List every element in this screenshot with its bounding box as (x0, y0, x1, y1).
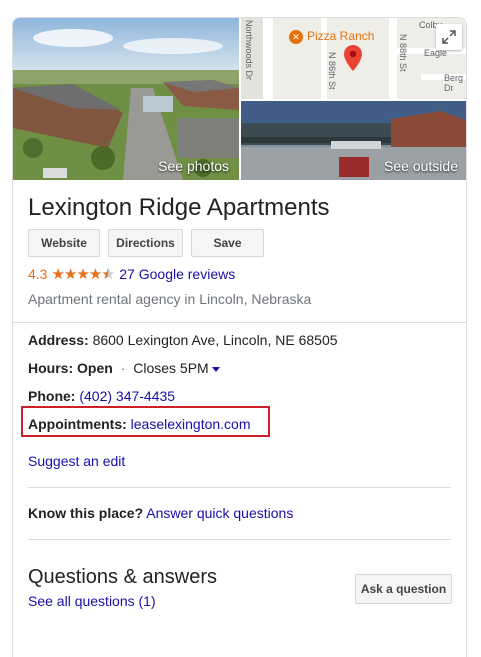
address-value: 8600 Lexington Ave, Lincoln, NE 68505 (92, 332, 338, 348)
website-button[interactable]: Website (28, 229, 100, 257)
phone-label: Phone: (28, 388, 76, 404)
directions-button[interactable]: Directions (108, 229, 183, 257)
know-place-label: Know this place? (28, 505, 144, 521)
see-photos-label: See photos (158, 158, 229, 174)
map-street-label: Northwoods Dr (244, 20, 254, 81)
see-outside-label: See outside (384, 158, 458, 174)
appointments-link[interactable]: leaselexington.com (131, 416, 251, 432)
phone-row: Phone: (402) 347-4435 (28, 388, 175, 404)
star-rating-icon: ★★★★★★ (51, 266, 114, 283)
aerial-image (13, 18, 239, 180)
map-street-label: N 88th St (398, 34, 408, 72)
restaurant-icon: ✕ (289, 30, 303, 44)
know-place-row: Know this place? Answer quick questions (28, 505, 293, 521)
chevron-down-icon[interactable] (211, 366, 220, 372)
rating-score: 4.3 (28, 266, 48, 282)
save-button[interactable]: Save (191, 229, 264, 257)
divider (12, 322, 467, 323)
address-row: Address: 8600 Lexington Ave, Lincoln, NE… (28, 332, 338, 348)
appointments-row: Appointments: leaselexington.com (28, 416, 251, 432)
business-category: Apartment rental agency in Lincoln, Nebr… (28, 291, 312, 307)
photo-outside[interactable]: See outside (241, 101, 466, 180)
answer-questions-link[interactable]: Answer quick questions (146, 505, 293, 521)
business-name: Lexington Ridge Apartments (28, 194, 330, 221)
ask-question-button[interactable]: Ask a question (355, 574, 452, 604)
reviews-link[interactable]: 27 Google reviews (119, 266, 235, 282)
hours-label: Hours: (28, 360, 74, 376)
divider (28, 539, 451, 540)
phone-link[interactable]: (402) 347-4435 (79, 388, 175, 404)
map-place-label: Pizza Ranch (307, 29, 375, 43)
map-street-label: N 86th St (327, 52, 337, 90)
suggest-edit-link[interactable]: Suggest an edit (28, 453, 125, 469)
map-thumbnail[interactable]: Northwoods Dr Colby N 86th St N 88th St … (241, 18, 466, 99)
map-street-label: Berg Dr (444, 73, 464, 93)
map-pin-icon (344, 45, 362, 71)
divider (28, 487, 451, 488)
rating-row: 4.3 ★★★★★★ 27 Google reviews (28, 265, 235, 283)
see-all-questions-link[interactable]: See all questions (1) (28, 593, 156, 609)
hours-separator: · (120, 360, 126, 376)
hours-row: Hours: Open · Closes 5PM (28, 360, 220, 376)
qa-title: Questions & answers (28, 566, 217, 588)
address-label: Address: (28, 332, 89, 348)
hours-closes[interactable]: Closes 5PM (133, 360, 208, 376)
hours-status: Open (77, 360, 113, 376)
photo-aerial[interactable]: See photos (13, 18, 239, 180)
photo-strip: See photos Northwoods Dr Colby N 86th St… (13, 18, 466, 180)
expand-icon[interactable] (436, 24, 462, 50)
appointments-label: Appointments: (28, 416, 127, 432)
